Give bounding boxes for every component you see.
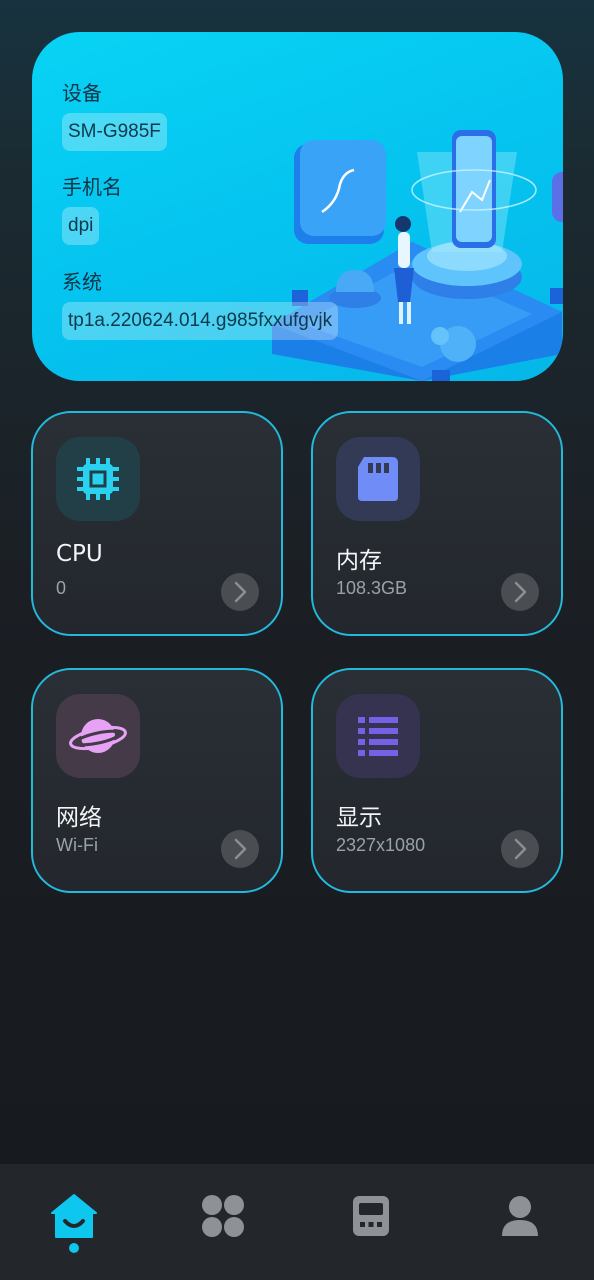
chip-icon: [56, 437, 140, 521]
chevron-right-icon[interactable]: [501, 830, 539, 868]
network-value: Wi-Fi: [56, 835, 98, 855]
cpu-title: CPU: [56, 541, 103, 567]
cpu-value: 0: [56, 578, 67, 598]
phone-name-group: 手机名 dpi: [62, 173, 122, 245]
list-icon: [336, 694, 420, 778]
device-value: SM-G985F: [62, 113, 167, 151]
chevron-right-icon[interactable]: [501, 573, 539, 611]
device-info-group: 设备 SM-G985F: [62, 79, 167, 151]
system-group: 系统 tp1a.220624.014.g985fxxufgvjk: [62, 268, 339, 340]
network-title: 网络: [56, 805, 102, 831]
user-icon[interactable]: [492, 1188, 548, 1244]
phone-name-value: dpi: [62, 207, 100, 245]
memory-title: 内存: [336, 548, 382, 574]
device-info-card: 设备 SM-G985F 手机名 dpi 系统 tp1a.220624.014.g…: [32, 32, 563, 381]
planet-icon: [56, 694, 140, 778]
display-value: 2327x1080: [336, 835, 426, 855]
sd-card-icon: [336, 437, 420, 521]
apps-icon[interactable]: [195, 1188, 251, 1244]
system-label: 系统: [62, 270, 102, 294]
bottom-nav: [0, 1164, 594, 1280]
phone-name-label: 手机名: [62, 175, 122, 199]
memory-value: 108.3GB: [336, 578, 408, 598]
system-value: tp1a.220624.014.g985fxxufgvjk: [62, 302, 339, 340]
home-icon[interactable]: [46, 1188, 102, 1244]
display-title: 显示: [336, 805, 382, 831]
display-tile[interactable]: 显示 2327x1080: [311, 668, 563, 893]
network-tile[interactable]: 网络 Wi-Fi: [31, 668, 283, 893]
device-icon[interactable]: [343, 1188, 399, 1244]
chevron-right-icon[interactable]: [221, 573, 259, 611]
memory-tile[interactable]: 内存 108.3GB: [311, 411, 563, 636]
cpu-tile[interactable]: CPU 0: [31, 411, 283, 636]
device-label: 设备: [62, 81, 102, 105]
chevron-right-icon[interactable]: [221, 830, 259, 868]
active-indicator: [69, 1243, 79, 1253]
